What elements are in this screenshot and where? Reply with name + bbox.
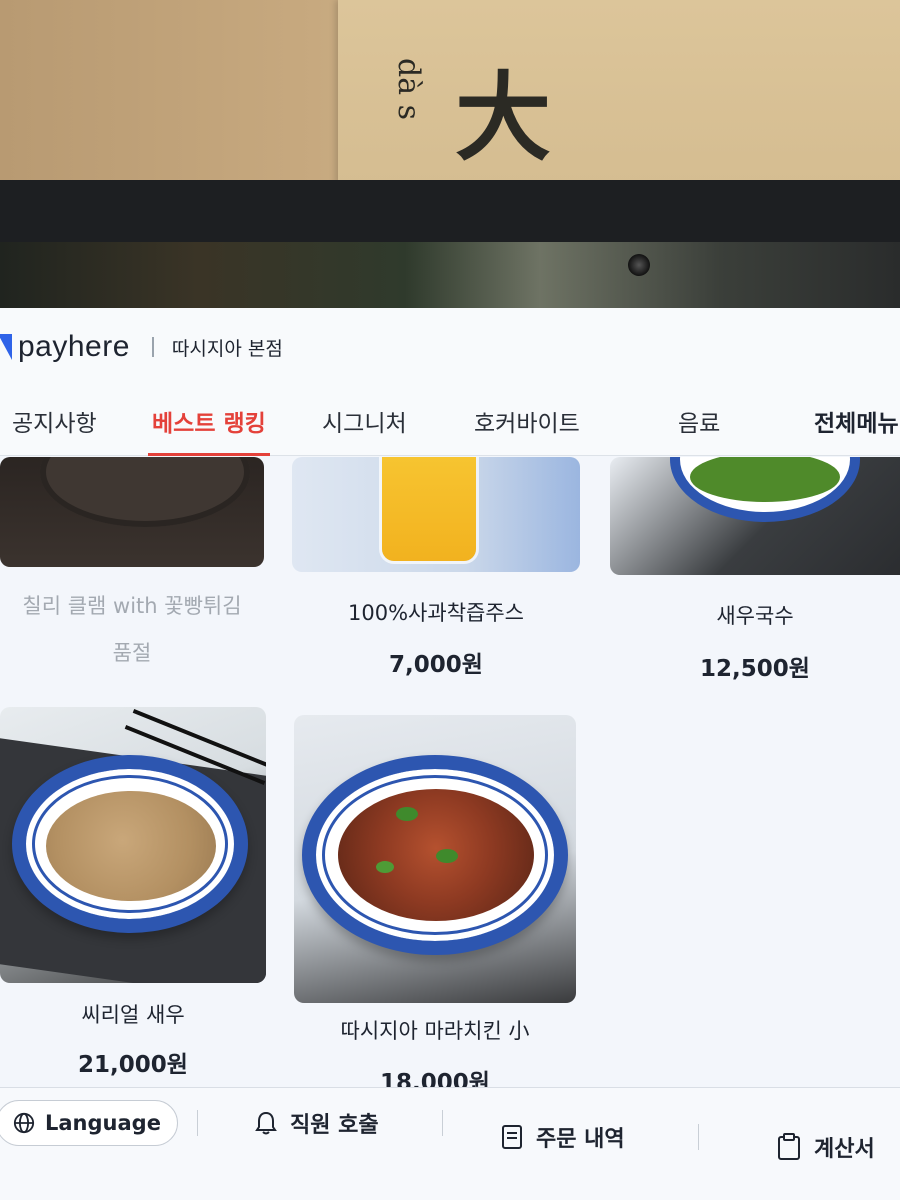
tab-full-menu[interactable]: 전체메뉴 [814, 386, 899, 456]
brand-logo-text: payhere [18, 330, 130, 363]
call-staff-label: 직원 호출 [290, 1113, 379, 1138]
bottom-divider [197, 1110, 198, 1136]
screen-reflection-strip [0, 242, 900, 308]
poster-hanzi: 大 [455, 61, 551, 174]
app-header: payhere 따시지아 본점 [0, 308, 900, 386]
globe-icon [13, 1112, 35, 1134]
menu-photo-chili-clam [0, 457, 264, 567]
payhere-logo-icon [0, 334, 12, 360]
checkout-label: 계산서 [814, 1137, 875, 1162]
menu-photo-cereal-shrimp [0, 707, 266, 983]
menu-price: 21,000원 [78, 1052, 188, 1078]
menu-name: 씨리얼 새우 [81, 1003, 185, 1027]
category-tab-bar: 공지사항 베스트 랭킹 시그니처 호커바이트 음료 전체메뉴 [0, 386, 900, 456]
tab-signature[interactable]: 시그니처 [322, 386, 407, 456]
tab-drinks[interactable]: 음료 [678, 386, 720, 456]
tab-best-ranking[interactable]: 베스트 랭킹 [148, 386, 270, 456]
camera-icon [628, 254, 650, 276]
menu-price: 7,000원 [389, 652, 483, 678]
bell-icon [255, 1111, 277, 1135]
checkout-button[interactable]: 계산서 [776, 1112, 875, 1182]
language-button[interactable]: Language [0, 1100, 178, 1146]
menu-photo-shrimp-noodle [610, 457, 900, 575]
order-history-button[interactable]: 주문 내역 [500, 1102, 625, 1172]
menu-card-shrimp-noodle[interactable]: 새우국수 12,500원 [610, 457, 900, 692]
menu-photo-mala-chicken [294, 715, 576, 1003]
language-label: Language [45, 1111, 161, 1135]
menu-card-cereal-shrimp[interactable]: 씨리얼 새우 21,000원 [0, 707, 266, 1078]
menu-name: 새우국수 [716, 604, 794, 628]
poster-pinyin: dà s [391, 58, 426, 121]
bottom-divider [442, 1110, 443, 1136]
menu-card-apple-juice[interactable]: 100%사과착즙주스 7,000원 [292, 457, 580, 687]
menu-name: 칠리 클램 with 꽃빵튀김 [22, 594, 242, 618]
sold-out-label: 품절 [112, 641, 152, 665]
menu-card-chili-clam[interactable]: 칠리 클램 with 꽃빵튀김 품절 [0, 457, 264, 672]
call-staff-button[interactable]: 직원 호출 [254, 1088, 379, 1158]
menu-name: 따시지아 마라치킨 小 [340, 1019, 530, 1043]
tab-hawker-bite[interactable]: 호커바이트 [474, 386, 580, 456]
wall-poster: 大 dà s [338, 0, 900, 185]
clipboard-icon [778, 1133, 800, 1160]
menu-card-mala-chicken[interactable]: 따시지아 마라치킨 小 18,000원 [294, 715, 576, 1096]
tablet-screen: payhere 따시지아 본점 공지사항 베스트 랭킹 시그니처 호커바이트 음… [0, 242, 900, 1200]
menu-photo-apple-juice [292, 457, 580, 572]
order-history-label: 주문 내역 [536, 1127, 625, 1152]
menu-name: 100%사과착즙주스 [348, 601, 524, 625]
tab-notice[interactable]: 공지사항 [12, 386, 97, 456]
menu-price: 12,500원 [700, 656, 810, 682]
header-divider [151, 337, 154, 357]
bottom-action-bar: Language 직원 호출 주문 내역 계산서 [0, 1087, 900, 1200]
receipt-icon [502, 1125, 522, 1149]
store-name: 따시지아 본점 [171, 337, 283, 360]
bottom-divider [698, 1124, 699, 1150]
menu-grid: 칠리 클램 with 꽃빵튀김 품절 100%사과착즙주스 7,000원 새우국… [0, 457, 900, 1097]
